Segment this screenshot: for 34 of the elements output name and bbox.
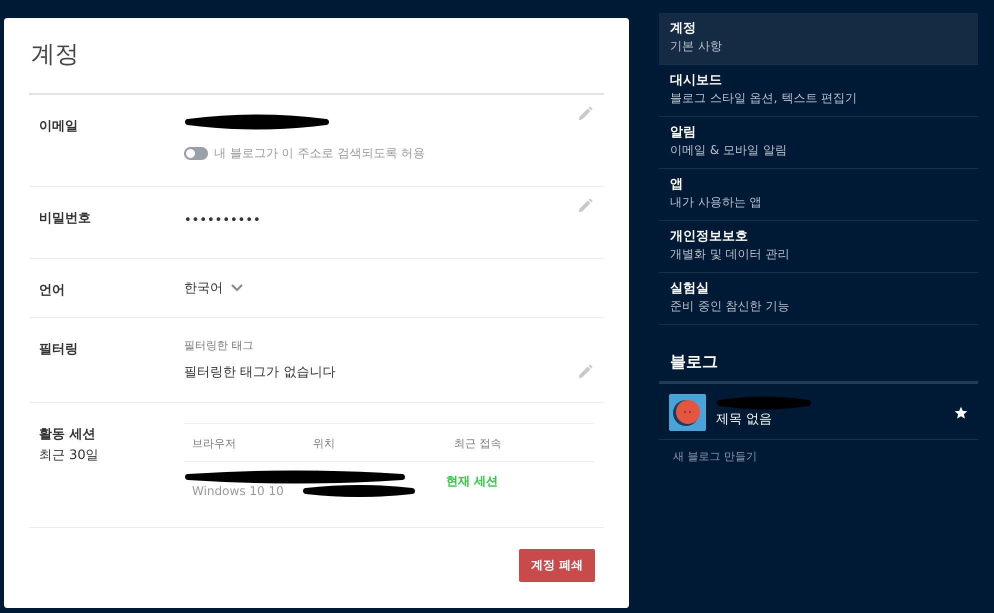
column-header: 브라우저: [192, 437, 236, 450]
blog-avatar[interactable]: [669, 394, 706, 431]
field-label: 활동 세션: [39, 427, 96, 442]
sidebar-item[interactable]: 개인정보보호 개별화 및 데이터 관리: [659, 221, 978, 273]
sidebar-item[interactable]: 알림 이메일 & 모바일 알림: [659, 117, 978, 169]
toggle-label: 내 블로그가 이 주소로 검색되도록 허용: [214, 146, 426, 160]
field-label: 이메일: [39, 118, 79, 136]
sidebar-item[interactable]: 대시보드 블로그 스타일 옵션, 텍스트 편집기: [659, 65, 978, 117]
field-label: 언어: [39, 282, 66, 300]
table-cell-text: Windows 10 10: [191, 484, 284, 498]
blog-subtitle[interactable]: 제목 없음: [716, 410, 812, 429]
session-status: 현재 세션: [446, 473, 498, 490]
language-dropdown[interactable]: 한국어: [184, 278, 243, 297]
field-sublabel: 최근 30일: [39, 447, 100, 464]
chevron-down-icon: [231, 284, 243, 292]
pencil-icon[interactable]: [576, 105, 594, 124]
sidebar-item[interactable]: 앱 내가 사용하는 앱: [659, 169, 978, 221]
pencil-icon[interactable]: [576, 197, 594, 216]
close-account-button[interactable]: 계정 폐쇄: [518, 548, 595, 582]
password-value: ••••••••••: [184, 213, 261, 228]
sidebar-item[interactable]: 실험실 준비 중인 참신한 기능: [659, 273, 978, 325]
page-title: 계정: [31, 39, 80, 70]
pencil-icon[interactable]: [576, 362, 594, 381]
field-label: 필터링: [39, 340, 79, 359]
toggle-switch[interactable]: [184, 147, 208, 160]
field-caption: 필터링한 태그: [184, 338, 254, 353]
new-blog-link[interactable]: 새 블로그 만들기: [659, 440, 978, 473]
column-header: 위치: [313, 437, 335, 450]
column-header: 최근 접속: [454, 437, 502, 450]
star-icon[interactable]: [954, 406, 968, 420]
field-label: 비밀번호: [39, 210, 92, 228]
section-heading: 블로그: [659, 325, 978, 384]
sidebar-item[interactable]: 계정 기본 사항: [659, 13, 978, 65]
field-value: 필터링한 태그가 없습니다: [184, 364, 336, 381]
